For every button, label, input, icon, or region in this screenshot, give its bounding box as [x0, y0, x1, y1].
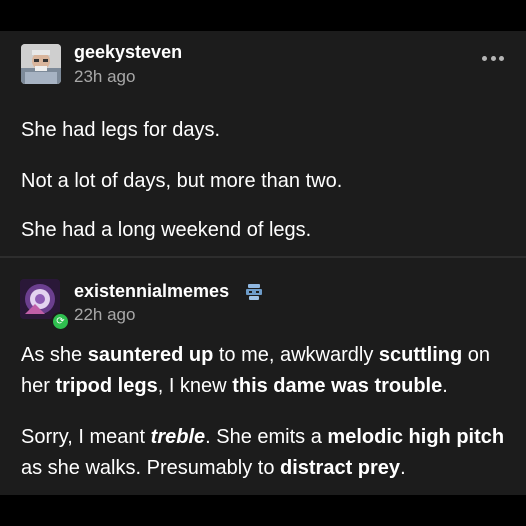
bold-text: scuttling	[378, 344, 463, 366]
text-span: .	[400, 457, 406, 479]
bold-text: this dame was trouble	[232, 375, 443, 397]
robot-flair-icon	[246, 284, 262, 300]
text-span: Sorry, I meant	[21, 426, 151, 448]
post-panel: geekysteven 23h ago She had legs for day…	[0, 31, 526, 495]
post-text: Not a lot of days, but more than two.	[21, 170, 343, 192]
bold-italic-text: treble	[150, 426, 206, 448]
bold-text: melodic high pitch	[327, 426, 505, 448]
more-dots-icon[interactable]	[482, 55, 504, 61]
post-existennialmemes: ⟳ existennialmemes 22h ago As she saunte…	[0, 259, 526, 495]
bold-text: tripod legs	[55, 375, 158, 397]
bold-text: sauntered up	[87, 344, 214, 366]
avatar[interactable]	[21, 44, 61, 84]
text-span: As she	[21, 344, 88, 366]
dot	[499, 55, 504, 61]
username[interactable]: existennialmemes	[74, 281, 229, 302]
text-span: . She emits a	[205, 426, 328, 448]
text-span: .	[442, 375, 448, 397]
username[interactable]: geekysteven	[74, 42, 182, 63]
dot	[482, 55, 487, 61]
user-avatar-photo-icon	[21, 44, 61, 84]
post-text: As she sauntered up to me, awkwardly scu…	[21, 340, 511, 402]
post-text: She had a long weekend of legs.	[21, 219, 312, 241]
text-span: to me, awkwardly	[213, 344, 379, 366]
timestamp: 23h ago	[74, 67, 136, 86]
bottom-bar	[0, 495, 526, 526]
text-span: as she walks. Presumably to	[21, 457, 280, 479]
post-text: She had legs for days.	[21, 119, 221, 141]
dot	[490, 55, 496, 61]
post-text: Sorry, I meant treble. She emits a melod…	[21, 422, 511, 484]
bold-text: distract prey	[280, 457, 401, 479]
timestamp: 22h ago	[74, 305, 136, 324]
post-geekysteven: geekysteven 23h ago She had legs for day…	[0, 31, 526, 255]
text-span: , I knew	[157, 375, 233, 397]
reblog-icon: ⟳	[51, 312, 70, 331]
divider	[0, 256, 526, 258]
